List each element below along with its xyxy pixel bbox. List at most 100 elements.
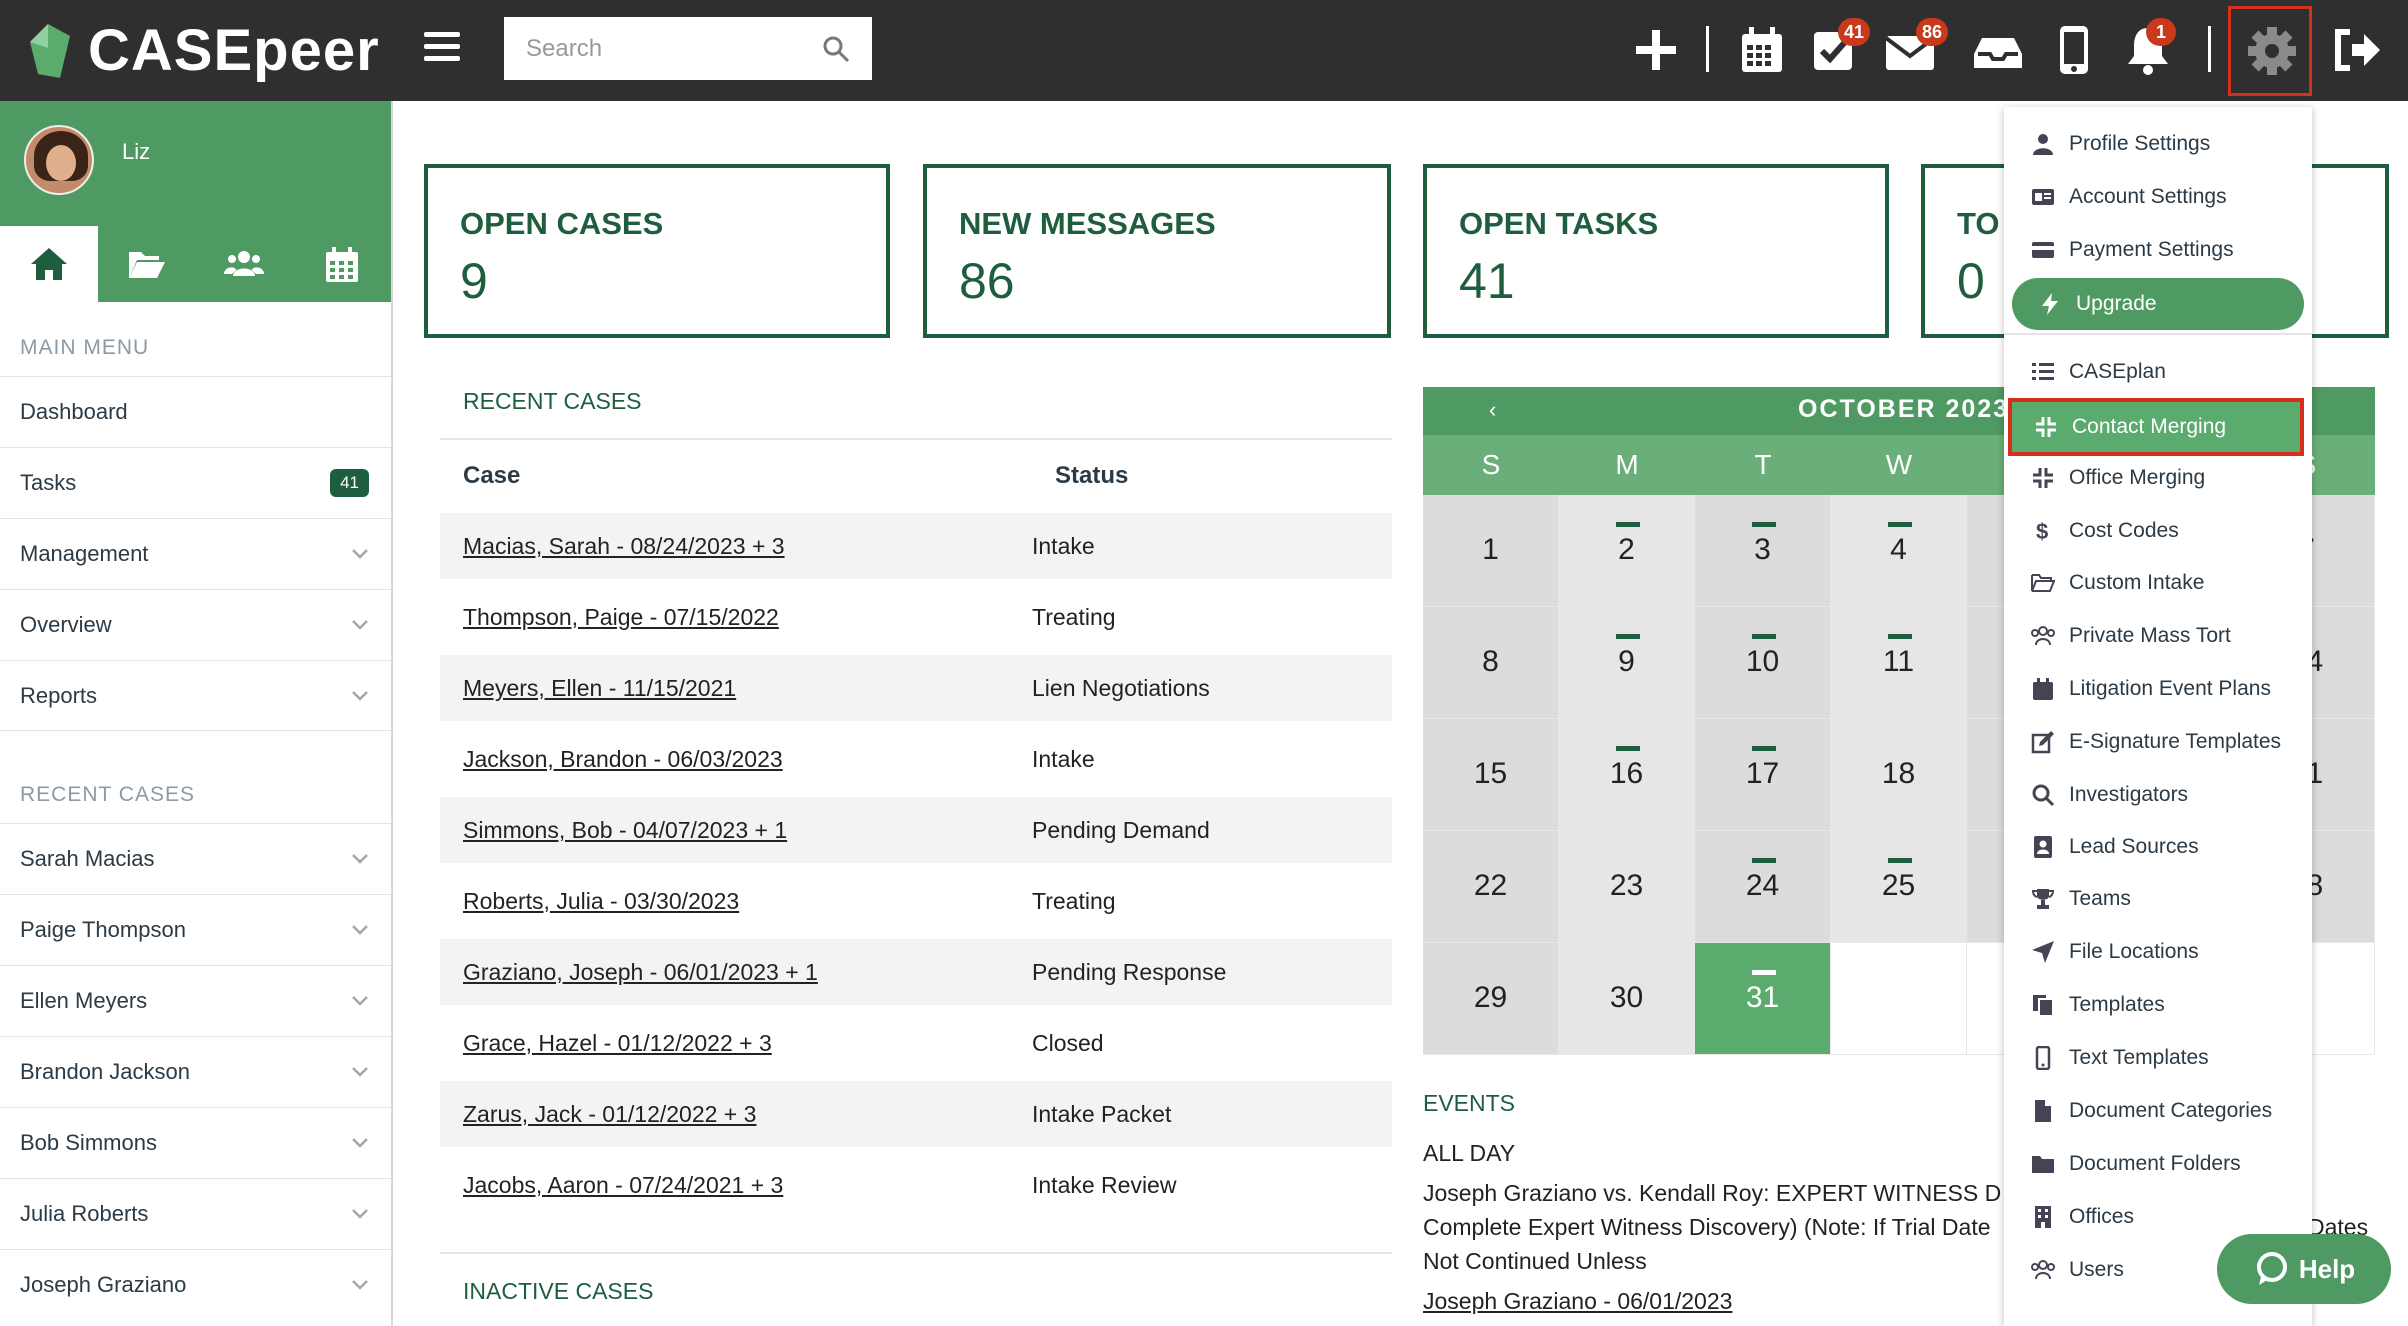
search-icon[interactable] [822, 35, 850, 63]
calendar-day-cell[interactable]: 29 [1423, 943, 1559, 1055]
sidebar-recent-case[interactable]: Joseph Graziano [0, 1249, 391, 1320]
sidebar-item-tasks[interactable]: Tasks 41 [0, 447, 391, 518]
table-row: Jacobs, Aaron - 07/24/2021 + 3 Intake Rev… [440, 1152, 1392, 1223]
calendar-day-cell[interactable]: 30 [1559, 943, 1695, 1055]
calendar-day-cell[interactable]: 10 [1695, 607, 1831, 719]
messages-envelope-icon[interactable]: 86 [1884, 18, 1949, 76]
sidebar-item-label: Julia Roberts [20, 1201, 149, 1226]
menu-item-file-locations[interactable]: File Locations [2004, 927, 2312, 977]
calendar-day-cell[interactable]: 4 [1831, 495, 1967, 607]
tab-home[interactable] [0, 226, 98, 302]
calendar-day-cell[interactable]: 17 [1695, 719, 1831, 831]
sidebar-recent-case[interactable]: Bob Simmons [0, 1107, 391, 1178]
card-title: OPEN CASES [460, 206, 664, 241]
weekday-label: S [1481, 449, 1501, 480]
calendar-day-cell[interactable]: 15 [1423, 719, 1559, 831]
case-link[interactable]: Jacobs, Aaron - 07/24/2021 + 3 [440, 1172, 1032, 1199]
calendar-day-cell[interactable]: 22 [1423, 831, 1559, 943]
sidebar-recent-case[interactable]: Sarah Macias [0, 823, 391, 894]
sidebar-recent-case[interactable]: Brandon Jackson [0, 1036, 391, 1107]
case-link[interactable]: Zarus, Jack - 01/12/2022 + 3 [440, 1101, 1032, 1128]
search-input[interactable] [504, 17, 804, 80]
logout-icon[interactable] [2330, 24, 2382, 76]
menu-item-e-signature-templates[interactable]: E-Signature Templates [2004, 717, 2312, 767]
casepeer-logo[interactable]: CASEpeer [26, 12, 380, 88]
calendar-day-cell[interactable]: 9 [1559, 607, 1695, 719]
case-link[interactable]: Jackson, Brandon - 06/03/2023 [440, 746, 1032, 773]
calendar-day-cell[interactable]: 8 [1423, 607, 1559, 719]
add-icon[interactable] [1630, 24, 1682, 76]
menu-item-payment-settings[interactable]: Payment Settings [2004, 225, 2312, 275]
calendar-day-cell[interactable]: 24 [1695, 831, 1831, 943]
calendar-day-cell[interactable]: 23 [1559, 831, 1695, 943]
calendar-day-cell[interactable]: 25 [1831, 831, 1967, 943]
help-button[interactable]: Help [2217, 1234, 2391, 1304]
menu-item-private-mass-tort[interactable]: Private Mass Tort [2004, 611, 2312, 661]
sidebar-item-management[interactable]: Management [0, 518, 391, 589]
tab-calendar[interactable] [293, 226, 391, 302]
settings-gear-button[interactable] [2228, 6, 2312, 96]
menu-item-teams[interactable]: Teams [2004, 874, 2312, 924]
tasks-checkbox-icon[interactable]: 41 [1810, 18, 1871, 76]
case-link[interactable]: Grace, Hazel - 01/12/2022 + 3 [440, 1030, 1032, 1057]
hamburger-menu-icon[interactable] [424, 32, 460, 64]
menu-item-investigators[interactable]: Investigators [2004, 770, 2312, 820]
menu-item-profile-settings[interactable]: Profile Settings [2004, 119, 2312, 169]
sidebar: Liz MAIN MENU Dashboard Tasks 41 Manageme… [0, 101, 393, 1326]
menu-item-document-categories[interactable]: Document Categories [2004, 1086, 2312, 1136]
menu-item-account-settings[interactable]: Account Settings [2004, 172, 2312, 222]
compress-icon [2033, 468, 2053, 488]
sidebar-recent-case[interactable]: Ellen Meyers [0, 965, 391, 1036]
tasks-count-badge: 41 [330, 469, 369, 497]
open-cases-card[interactable]: OPEN CASES 9 [424, 164, 890, 338]
case-link[interactable]: Simmons, Bob - 04/07/2023 + 1 [440, 817, 1032, 844]
tab-contacts[interactable] [196, 226, 294, 302]
sidebar-recent-case[interactable]: Paige Thompson [0, 894, 391, 965]
menu-item-cost-codes[interactable]: $ Cost Codes [2004, 506, 2312, 556]
menu-item-custom-intake[interactable]: Custom Intake [2004, 558, 2312, 608]
calendar-day-cell[interactable]: 31 [1695, 943, 1831, 1055]
notifications-bell-icon[interactable]: 1 [2122, 18, 2176, 76]
menu-item-upgrade[interactable]: Upgrade [2012, 278, 2304, 330]
calendar-day-number: 22 [1473, 869, 1508, 902]
menu-item-caseplan[interactable]: CASEplan [2004, 347, 2312, 397]
case-link[interactable]: Macias, Sarah - 08/24/2023 + 3 [440, 533, 1032, 560]
avatar[interactable] [24, 125, 94, 195]
case-link[interactable]: Roberts, Julia - 03/30/2023 [440, 888, 1032, 915]
calendar-day-cell[interactable]: 1 [1423, 495, 1559, 607]
menu-item-contact-merging[interactable]: Contact Merging [2008, 398, 2304, 456]
sidebar-item-overview[interactable]: Overview [0, 589, 391, 660]
calendar-prev-button[interactable]: ‹ [1489, 397, 1496, 423]
card-value: 41 [1459, 253, 1515, 309]
tab-cases[interactable] [98, 226, 196, 302]
calendar-day-cell[interactable]: 16 [1559, 719, 1695, 831]
new-messages-card[interactable]: NEW MESSAGES 86 [923, 164, 1391, 338]
calendar-day-number: 9 [1618, 645, 1635, 678]
folder-open-icon [128, 252, 165, 278]
menu-item-templates[interactable]: Templates [2004, 980, 2312, 1030]
menu-item-litigation-event-plans[interactable]: Litigation Event Plans [2004, 664, 2312, 714]
calendar-day-cell[interactable]: 2 [1559, 495, 1695, 607]
case-link[interactable]: Graziano, Joseph - 06/01/2023 + 1 [440, 959, 1032, 986]
menu-item-text-templates[interactable]: Text Templates [2004, 1033, 2312, 1083]
menu-item-label: Account Settings [2069, 185, 2227, 208]
calendar-day-cell[interactable]: 3 [1695, 495, 1831, 607]
sidebar-item-reports[interactable]: Reports [0, 660, 391, 731]
event-indicator [1616, 746, 1640, 751]
inbox-tray-icon[interactable] [1972, 24, 2024, 76]
calendar-day-cell[interactable]: 11 [1831, 607, 1967, 719]
calendar-day-cell[interactable]: 18 [1831, 719, 1967, 831]
home-icon [30, 248, 67, 280]
calendar-icon[interactable] [1736, 24, 1788, 76]
case-link[interactable]: Meyers, Ellen - 11/15/2021 [440, 675, 1032, 702]
menu-item-office-merging[interactable]: Office Merging [2004, 453, 2312, 503]
sidebar-item-dashboard[interactable]: Dashboard [0, 376, 391, 447]
event-case-link[interactable]: Joseph Graziano - 06/01/2023 [1423, 1288, 1732, 1315]
chevron-down-icon [352, 1138, 368, 1148]
menu-item-lead-sources[interactable]: Lead Sources [2004, 822, 2312, 872]
sidebar-recent-case[interactable]: Julia Roberts [0, 1178, 391, 1249]
case-link[interactable]: Thompson, Paige - 07/15/2022 [440, 604, 1032, 631]
open-tasks-card[interactable]: OPEN TASKS 41 [1423, 164, 1889, 338]
menu-item-document-folders[interactable]: Document Folders [2004, 1139, 2312, 1189]
mobile-phone-icon[interactable] [2048, 24, 2100, 76]
